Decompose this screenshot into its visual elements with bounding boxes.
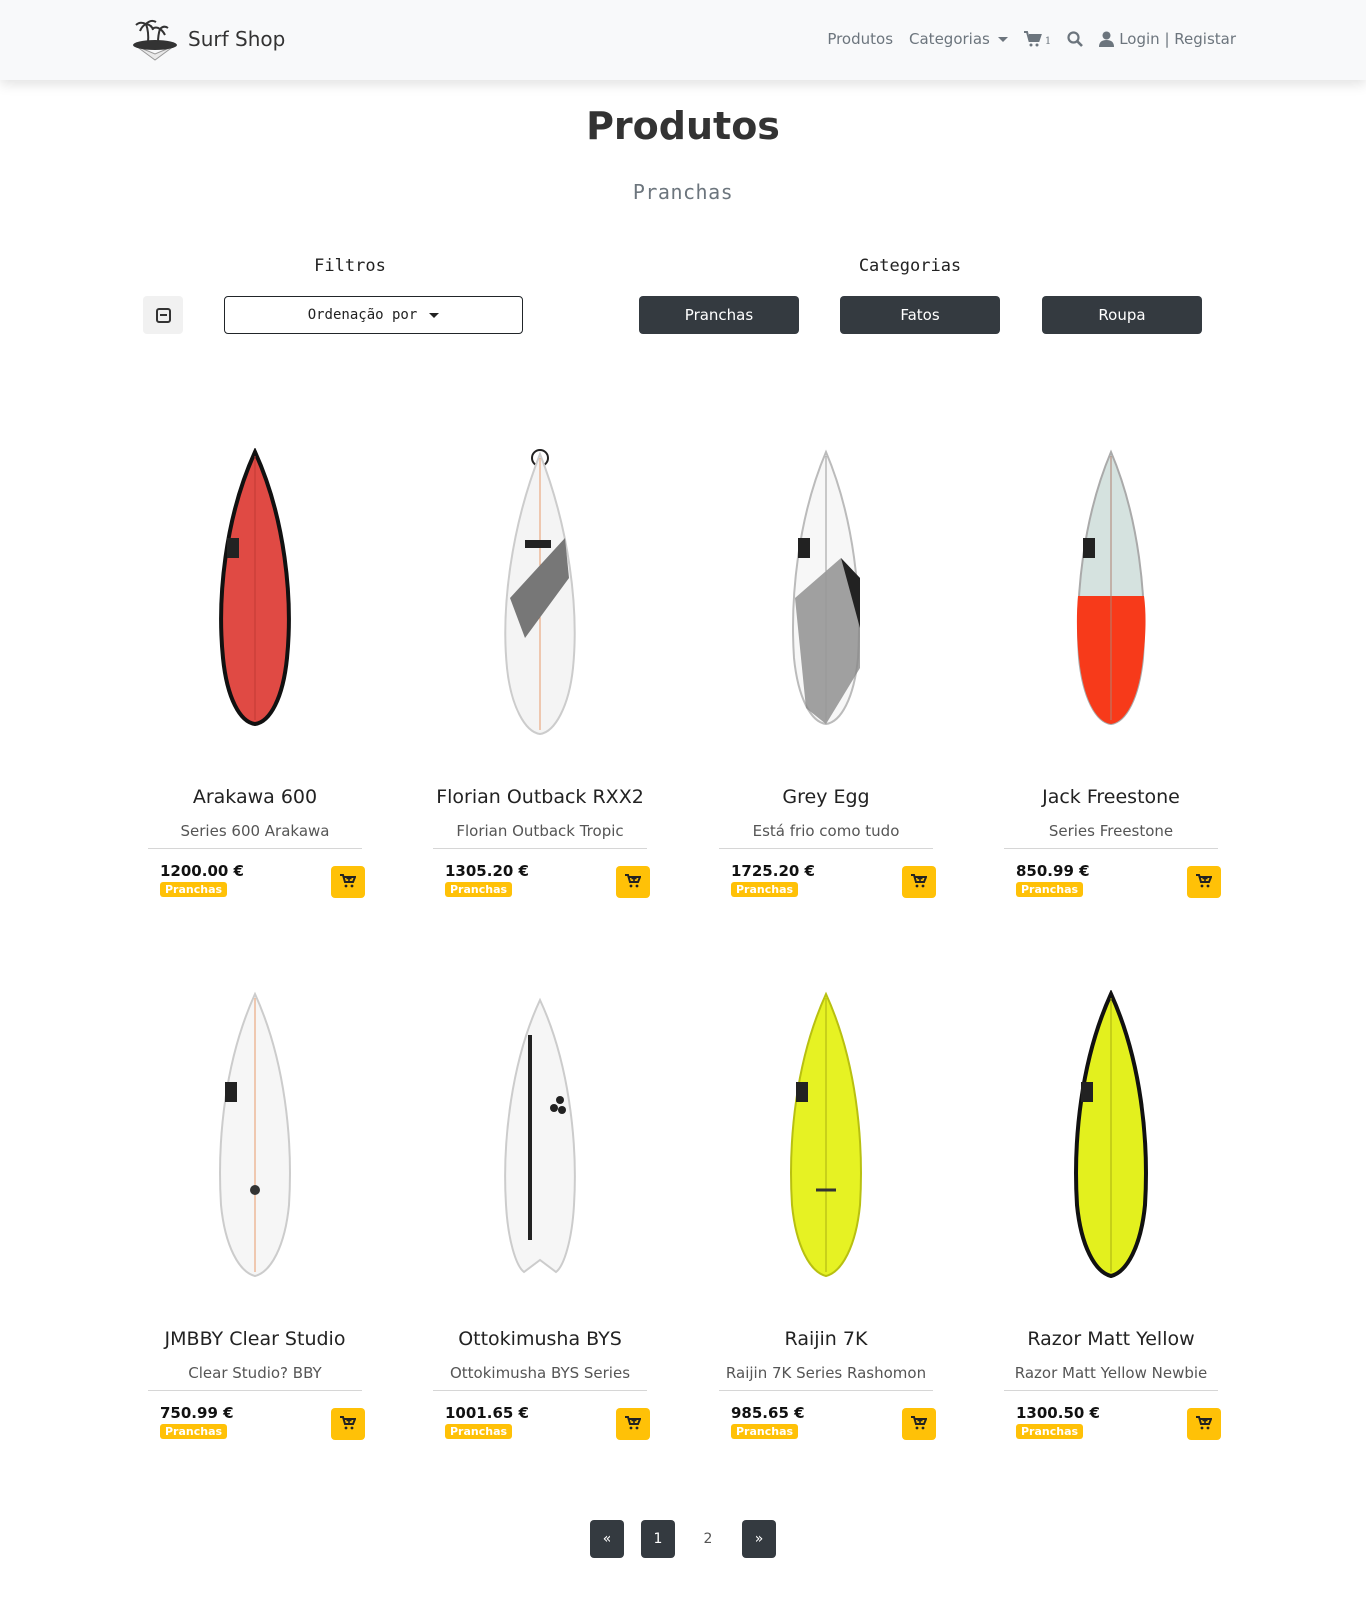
login-label: Login | Registar [1119,30,1236,48]
cart-plus-icon [340,873,357,892]
add-to-cart-button[interactable] [331,1408,365,1440]
add-to-cart-button[interactable] [331,866,365,898]
product-price: 1300.50 € [1016,1404,1100,1422]
add-to-cart-button[interactable] [1187,1408,1221,1440]
user-icon [1099,31,1115,47]
product-price: 850.99 € [1016,862,1090,880]
cart-plus-icon [1196,873,1213,892]
category-badge: Pranchas [160,882,228,897]
product-name[interactable]: Florian Outback RXX2 [425,786,655,808]
product-price: 1725.20 € [731,862,815,880]
category-roupa-button[interactable]: Roupa [1042,296,1202,334]
add-to-cart-button[interactable] [616,1408,650,1440]
cart-plus-icon [625,873,642,892]
category-badge: Pranchas [445,882,513,897]
pagination-page-1[interactable]: 1 [641,1520,675,1558]
add-to-cart-button[interactable] [1187,866,1221,898]
cart-plus-icon [1196,1415,1213,1434]
brand-name: Surf Shop [188,27,286,51]
product-price: 985.65 € [731,1404,805,1422]
product-card: JMBBY Clear Studio Clear Studio? BBY 750… [140,990,370,1460]
category-badge: Pranchas [160,1424,228,1439]
sort-dropdown-label: Ordenação por [307,307,418,323]
category-pranchas-button[interactable]: Pranchas [639,296,799,334]
product-description: Clear Studio? BBY [148,1364,362,1391]
category-badge: Pranchas [731,1424,799,1439]
category-badge: Pranchas [1016,1424,1084,1439]
cart-icon [1023,31,1042,47]
product-description: Series 600 Arakawa [148,822,362,849]
product-price: 1200.00 € [160,862,244,880]
product-image[interactable] [711,448,941,748]
product-name[interactable]: Raijin 7K [711,1328,941,1350]
add-to-cart-button[interactable] [616,866,650,898]
category-fatos-button[interactable]: Fatos [840,296,1000,334]
pagination-page-2[interactable]: 2 [691,1520,725,1558]
product-image[interactable] [996,990,1226,1290]
cart-link[interactable]: 1 [1023,31,1052,47]
product-card: Grey Egg Está frio como tudo 1725.20 € P… [711,448,941,918]
page-title: Produtos [586,104,780,148]
product-description: Series Freestone [1004,822,1218,849]
pagination-prev-button[interactable]: « [590,1520,624,1558]
product-card: Razor Matt Yellow Razor Matt Yellow Newb… [996,990,1226,1460]
product-description: Florian Outback Tropic [433,822,647,849]
nav-categorias-dropdown[interactable]: Categorias [909,30,1008,48]
cart-plus-icon [625,1415,642,1434]
pagination: « 1 2 » [0,1520,1366,1558]
sort-dropdown[interactable]: Ordenação por [224,296,523,334]
cart-count: 1 [1044,35,1052,47]
product-name[interactable]: Grey Egg [711,786,941,808]
login-link[interactable]: Login | Registar [1099,30,1236,48]
search-icon [1067,31,1084,47]
collapse-filters-button[interactable] [143,296,183,334]
categories-heading: Categorias [858,256,962,276]
product-image[interactable] [996,448,1226,748]
product-description: Está frio como tudo [719,822,933,849]
page-subtitle: Pranchas [632,180,734,204]
product-image[interactable] [711,990,941,1290]
nav-menu: Produtos Categorias 1 Login | Registar [811,30,1236,48]
category-badge: Pranchas [1016,882,1084,897]
add-to-cart-button[interactable] [902,1408,936,1440]
nav-categorias-label: Categorias [909,30,990,48]
product-image[interactable] [425,990,655,1290]
product-description: Ottokimusha BYS Series [433,1364,647,1391]
navbar: Surf Shop Produtos Categorias 1 Login | … [0,0,1366,80]
brand-link[interactable]: Surf Shop [130,16,285,62]
product-image[interactable] [425,448,655,748]
cart-plus-icon [340,1415,357,1434]
product-name[interactable]: Razor Matt Yellow [996,1328,1226,1350]
product-name[interactable]: JMBBY Clear Studio [140,1328,370,1350]
category-badge: Pranchas [445,1424,513,1439]
product-price: 1001.65 € [445,1404,529,1422]
product-price: 750.99 € [160,1404,234,1422]
product-image[interactable] [140,990,370,1290]
product-name[interactable]: Ottokimusha BYS [425,1328,655,1350]
product-card: Arakawa 600 Series 600 Arakawa 1200.00 €… [140,448,370,918]
product-card: Florian Outback RXX2 Florian Outback Tro… [425,448,655,918]
product-description: Raijin 7K Series Rashomon [719,1364,933,1391]
search-link[interactable] [1067,31,1084,47]
product-price: 1305.20 € [445,862,529,880]
filters-heading: Filtros [314,256,386,276]
product-card: Ottokimusha BYS Ottokimusha BYS Series 1… [425,990,655,1460]
product-card: Jack Freestone Series Freestone 850.99 €… [996,448,1226,918]
product-name[interactable]: Jack Freestone [996,786,1226,808]
product-description: Razor Matt Yellow Newbie [1004,1364,1218,1391]
nav-produtos-link[interactable]: Produtos [827,30,893,48]
caret-down-icon [997,36,1008,42]
cart-plus-icon [911,873,928,892]
cart-plus-icon [911,1415,928,1434]
product-card: Raijin 7K Raijin 7K Series Rashomon 985.… [711,990,941,1460]
product-image[interactable] [140,448,370,748]
product-name[interactable]: Arakawa 600 [140,786,370,808]
caret-down-icon [429,312,440,318]
minus-square-icon [155,307,171,323]
island-logo-icon [130,16,180,62]
pagination-next-button[interactable]: » [742,1520,776,1558]
add-to-cart-button[interactable] [902,866,936,898]
category-badge: Pranchas [731,882,799,897]
